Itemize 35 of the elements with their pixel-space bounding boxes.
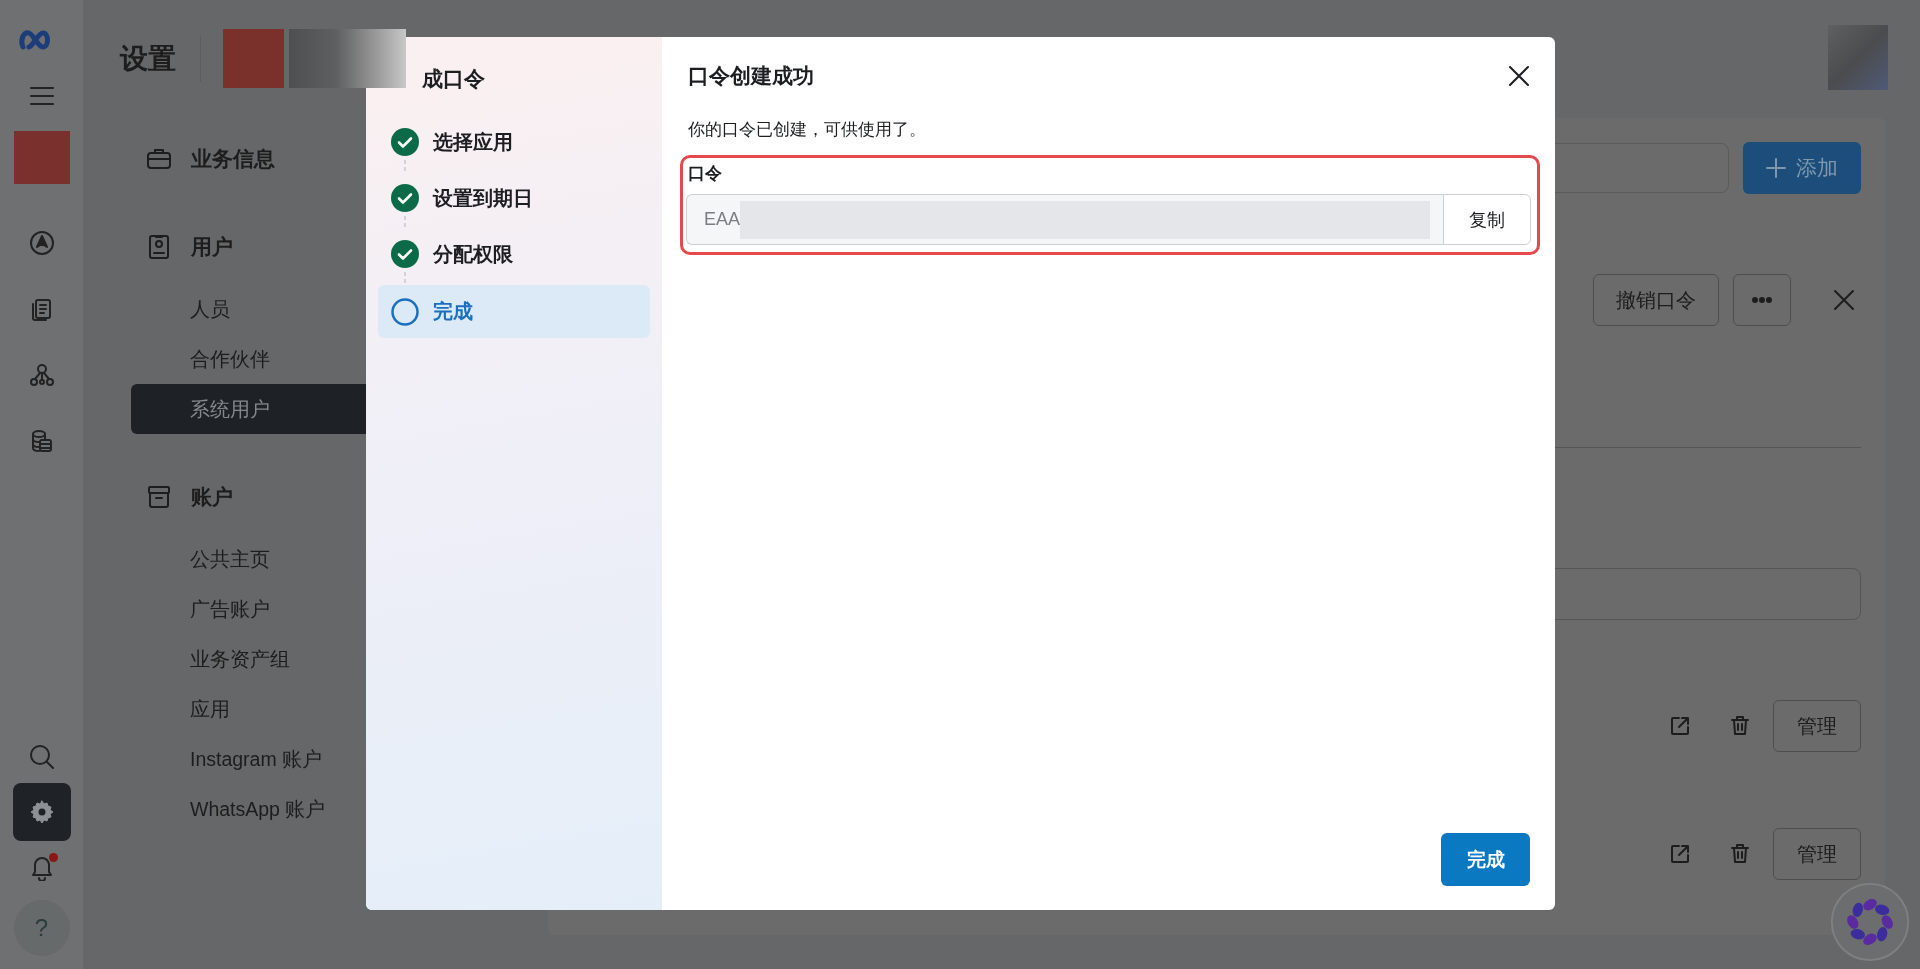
nav-section-heading[interactable]: 业务信息 (191, 145, 275, 173)
external-link-icon[interactable] (1669, 715, 1691, 737)
plus-icon (1766, 158, 1786, 178)
manage-button[interactable]: 管理 (1773, 828, 1861, 880)
external-link-icon[interactable] (1669, 843, 1691, 865)
assistant-flower-icon[interactable] (1830, 882, 1910, 962)
flow-title: 成口令 (422, 66, 486, 92)
network-icon (27, 361, 56, 389)
step-item[interactable]: 分配权限 (378, 226, 650, 282)
nav-section-heading[interactable]: 用户 (191, 233, 233, 261)
token-field[interactable]: EAA (686, 194, 1443, 245)
compass-icon (27, 229, 56, 257)
field-label: 口令 (688, 163, 723, 185)
done-button[interactable]: 完成 (1441, 833, 1530, 886)
success-message: 你的口令已创建，可供使用了。 (688, 119, 927, 141)
revoke-token-button[interactable]: 撤销口令 (1593, 274, 1719, 326)
archive-icon (145, 483, 173, 511)
manage-button[interactable]: 管理 (1773, 700, 1861, 752)
close-icon[interactable] (1508, 65, 1530, 87)
step-item[interactable]: 完成 (378, 285, 650, 338)
help-button[interactable]: ? (13, 900, 70, 956)
step-item[interactable]: 选择应用 (378, 114, 650, 170)
business-logo (223, 29, 284, 88)
add-button[interactable]: 添加 (1743, 142, 1861, 194)
copy-button[interactable]: 复制 (1443, 194, 1531, 245)
trash-icon[interactable] (1729, 714, 1751, 738)
search-icon (27, 743, 56, 771)
more-button[interactable] (1733, 274, 1791, 326)
ellipsis-icon (1752, 297, 1772, 303)
dialog-title: 口令创建成功 (688, 63, 814, 89)
settings-button[interactable] (12, 783, 71, 841)
step-item[interactable]: 设置到期日 (378, 170, 650, 226)
nav-section-heading[interactable]: 账户 (191, 483, 233, 511)
page-title: 设置 (120, 42, 176, 76)
trash-icon[interactable] (1729, 842, 1751, 866)
